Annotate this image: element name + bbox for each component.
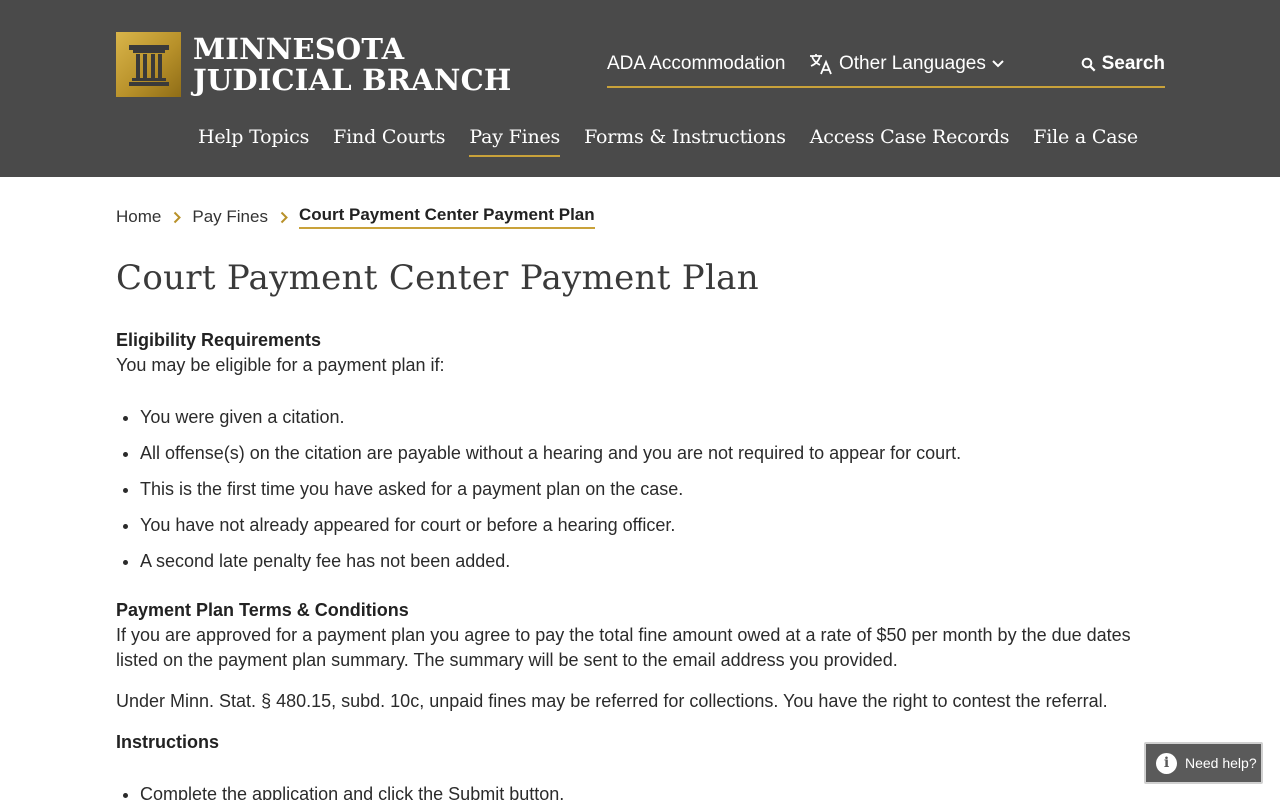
chevron-down-icon — [992, 60, 1004, 68]
breadcrumb-current: Court Payment Center Payment Plan — [298, 205, 595, 229]
eligibility-heading: Eligibility Requirements — [116, 330, 322, 350]
list-item: A second late penalty fee has not been a… — [140, 549, 1176, 574]
main-content: Eligibility Requirements You may be elig… — [116, 328, 1176, 800]
courthouse-pillar-logo-icon — [116, 32, 181, 97]
logo-line-2: JUDICIAL BRANCH — [193, 62, 512, 97]
main-nav: Help Topics Find Courts Pay Fines Forms … — [198, 126, 1162, 157]
need-help-label: Need help? — [1185, 755, 1257, 771]
terms-body: If you are approved for a payment plan y… — [116, 625, 1131, 670]
logo-line-1: MINNESOTA — [193, 31, 405, 66]
breadcrumb-home[interactable]: Home — [116, 207, 161, 227]
terms-heading: Payment Plan Terms & Conditions — [116, 600, 409, 620]
utility-bar: ADA Accommodation Other Languages Search — [607, 49, 1165, 88]
nav-pay-fines[interactable]: Pay Fines — [469, 126, 560, 157]
statute-text: , unpaid fines may be referred for colle… — [419, 691, 1108, 711]
statute-paragraph: Under Minn. Stat. § 480.15, subd. 10c, u… — [116, 689, 1176, 714]
search-label: Search — [1101, 53, 1165, 74]
info-icon: i — [1156, 752, 1177, 774]
list-item: You have not already appeared for court … — [140, 513, 1176, 538]
list-item: Complete the application and click the S… — [140, 782, 1176, 800]
breadcrumb-pay-fines[interactable]: Pay Fines — [192, 207, 268, 227]
search-icon — [1081, 57, 1096, 71]
breadcrumb: Home Pay Fines Court Payment Center Paym… — [116, 205, 595, 229]
list-item: You were given a citation. — [140, 405, 1176, 430]
chevron-right-icon — [280, 211, 288, 224]
nav-file-a-case[interactable]: File a Case — [1033, 126, 1138, 157]
list-item: All offense(s) on the citation are payab… — [140, 441, 1176, 466]
other-languages-dropdown[interactable]: Other Languages — [809, 53, 1010, 75]
nav-find-courts[interactable]: Find Courts — [333, 126, 445, 157]
statute-link[interactable]: Under Minn. Stat. § 480.15, subd. 10c — [116, 691, 419, 711]
list-item: This is the first time you have asked fo… — [140, 477, 1176, 502]
logo-wordmark: MINNESOTA JUDICIAL BRANCH — [193, 31, 512, 97]
nav-forms-instructions[interactable]: Forms & Instructions — [584, 126, 786, 157]
instructions-heading: Instructions — [116, 732, 220, 752]
other-languages-label: Other Languages — [839, 53, 986, 74]
logo-link[interactable]: MINNESOTA JUDICIAL BRANCH — [116, 32, 511, 97]
chevron-right-icon — [173, 211, 182, 224]
nav-help-topics[interactable]: Help Topics — [198, 126, 309, 157]
eligibility-intro: You may be eligible for a payment plan i… — [116, 355, 445, 375]
ada-accommodation-link[interactable]: ADA Accommodation — [607, 53, 785, 75]
eligibility-list: You were given a citation. All offense(s… — [140, 405, 1176, 574]
page-title: Court Payment Center Payment Plan — [116, 258, 759, 298]
search-button[interactable]: Search — [1081, 53, 1165, 75]
nav-access-case-records[interactable]: Access Case Records — [810, 126, 1010, 157]
instructions-list: Complete the application and click the S… — [140, 782, 1176, 800]
site-header: MINNESOTA JUDICIAL BRANCH ADA Accommodat… — [0, 0, 1280, 177]
translate-icon — [810, 54, 832, 75]
need-help-button[interactable]: i Need help? — [1144, 742, 1263, 784]
